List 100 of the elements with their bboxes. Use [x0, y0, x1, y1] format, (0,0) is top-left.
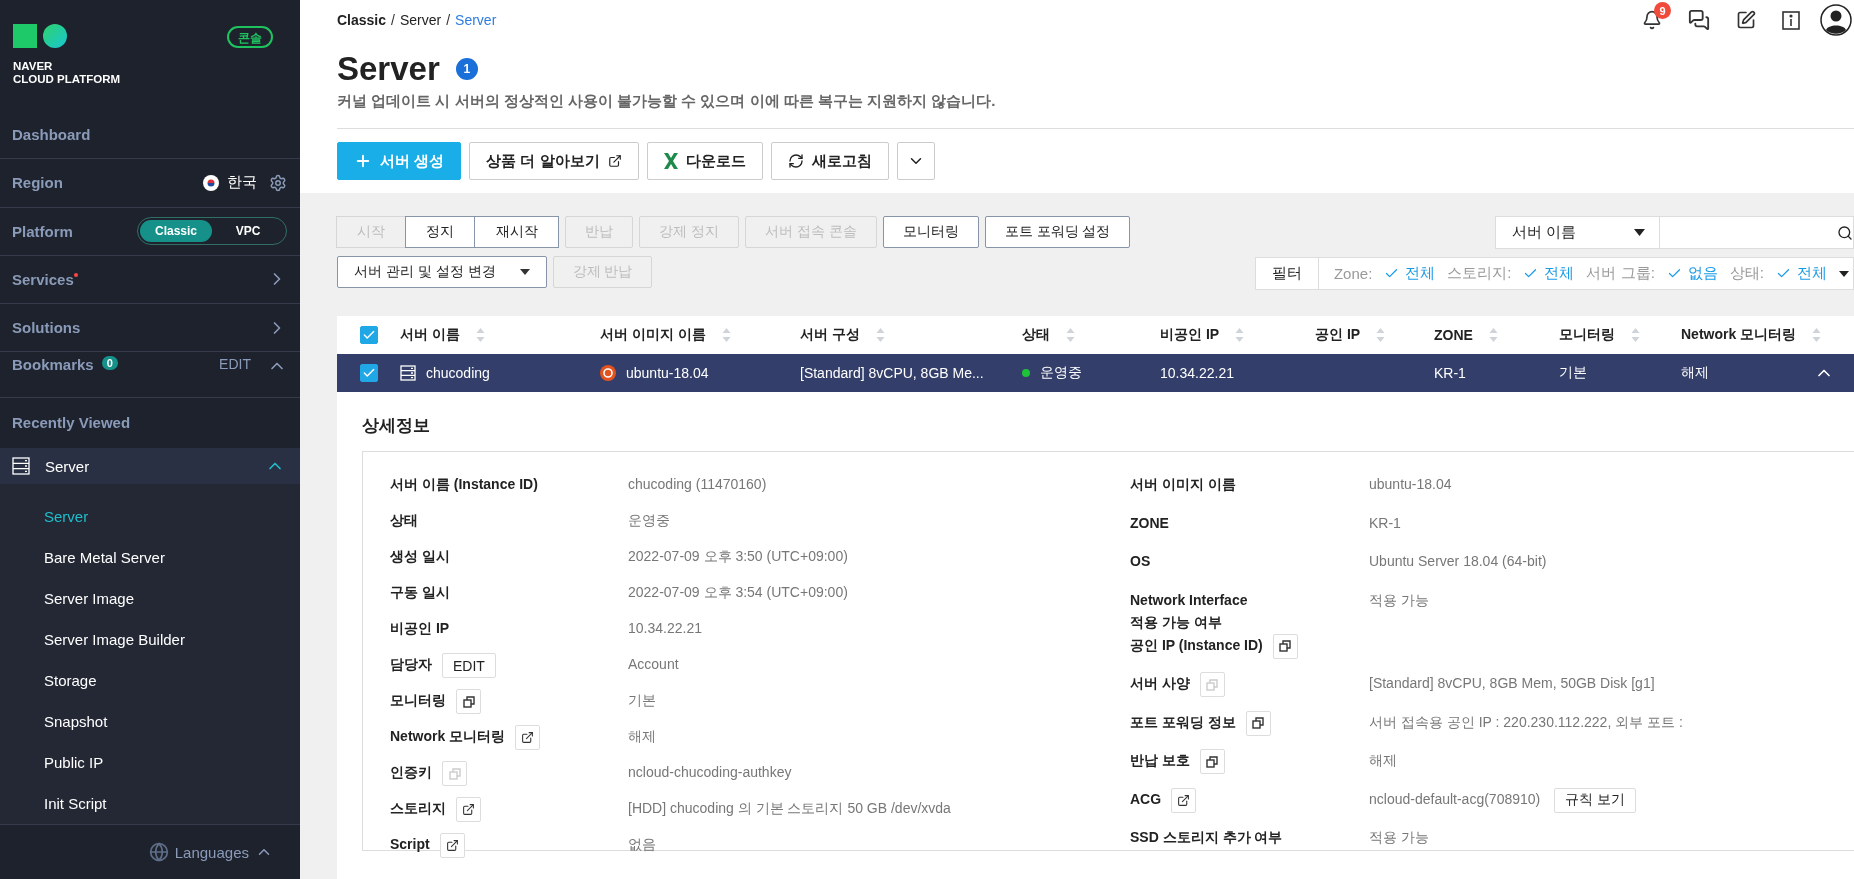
info-icon [1782, 10, 1800, 30]
open-link-button[interactable] [1171, 787, 1197, 813]
toolbar-button[interactable]: 상품 더 알아보기 [469, 142, 639, 180]
nav-link[interactable]: Services [12, 270, 74, 288]
detail-label: Script [390, 835, 430, 854]
detail-label: 서버 사양 [1130, 674, 1190, 693]
detail-label: 비공인 IP [390, 619, 450, 638]
checkbox[interactable] [360, 364, 378, 382]
detail-value: 해제 [628, 727, 656, 746]
recent-item[interactable]: Server [0, 448, 300, 485]
column-header[interactable]: 서버 이미지 이름 [600, 326, 706, 344]
filter-name: 상태: [1729, 264, 1764, 283]
table-cell: ubuntu-18.04 [626, 365, 709, 381]
column-header[interactable]: 공인 IP [1315, 326, 1361, 344]
caret-icon[interactable] [1839, 270, 1849, 277]
column-header[interactable]: 서버 이름 [400, 326, 460, 344]
section-heading: Recently Viewed [12, 413, 131, 431]
check-icon [362, 328, 376, 342]
edit-button[interactable]: EDIT [442, 653, 496, 678]
action-button[interactable]: 모니터링 [882, 216, 979, 248]
open-link-button[interactable] [456, 797, 481, 822]
info-button[interactable] [1782, 10, 1800, 30]
detail-label: 공인 IP (Instance ID) [1130, 635, 1263, 655]
breadcrumb-link[interactable]: Classic [337, 12, 387, 28]
nav-link[interactable]: Dashboard [12, 126, 91, 144]
sub-nav-item[interactable]: Snapshot [0, 701, 300, 743]
column-header[interactable]: 모니터링 [1559, 326, 1615, 344]
column-header[interactable]: ZONE [1434, 327, 1473, 343]
chat-button[interactable] [1688, 9, 1710, 31]
rules-button[interactable]: 규칙 보기 [1554, 787, 1637, 813]
settings-icon[interactable] [269, 173, 287, 192]
spreadsheet-icon [663, 153, 678, 169]
bookmarks-label: Bookmarks [12, 356, 94, 374]
table-cell: chucoding [426, 365, 490, 381]
search-icon[interactable] [1837, 224, 1853, 241]
detail-label: 인증키 [390, 763, 432, 782]
table-cell-text: 기본 [1559, 364, 1588, 382]
sub-nav-item[interactable]: Server [0, 496, 300, 538]
action-button[interactable]: 정지 [405, 216, 475, 248]
breadcrumb-link[interactable]: Server [455, 12, 497, 28]
sub-nav-item[interactable]: Public IP [0, 742, 300, 784]
open-link-button[interactable] [515, 725, 541, 750]
detail-label: Network 모니터링 [390, 727, 506, 746]
detail-value: 운영중 [628, 511, 670, 530]
detail-label: 스토리지 [390, 799, 446, 818]
sub-nav-item[interactable]: Init Script [0, 783, 300, 825]
logo-text: CLOUD PLATFORM [13, 73, 121, 86]
detail-value: 10.34.22.21 [628, 619, 702, 638]
detail-value: 해제 [1369, 751, 1397, 770]
console-badge[interactable]: 콘솔 [227, 26, 273, 48]
avatar-icon[interactable] [1820, 4, 1852, 36]
column-header[interactable]: Network 모니터링 [1681, 326, 1797, 344]
region-value[interactable]: 한국 [227, 173, 257, 193]
detail-label: 구동 일시 [390, 583, 450, 602]
action-button[interactable]: 포트 포워딩 설정 [984, 216, 1131, 248]
table-row[interactable]: chucoding ubuntu-18.04 [Standard] 8vCPU, 8GB Me... 운영중 10.34.22.21 KR-1 기본 해제 [337, 354, 1854, 392]
copy-icon [1206, 678, 1219, 691]
caret-icon [519, 269, 530, 275]
toolbar-button[interactable]: 새로고침 [770, 142, 889, 180]
checkbox[interactable] [360, 326, 378, 344]
action-button[interactable]: 재시작 [474, 216, 559, 248]
toolbar-button[interactable]: 다운로드 [646, 142, 763, 180]
platform-option[interactable]: Classic [140, 220, 212, 243]
languages-link[interactable]: Languages [174, 843, 249, 861]
region-label: Region [12, 174, 63, 192]
column-header[interactable]: 서버 구성 [800, 326, 860, 344]
detail-value: 기본 [628, 691, 656, 710]
copy-button[interactable] [1245, 710, 1271, 736]
copy-button[interactable] [456, 689, 481, 714]
copy-button[interactable] [1272, 633, 1298, 659]
ubuntu-icon [600, 365, 616, 381]
table-cell-text: KR-1 [1434, 365, 1467, 381]
count-badge: 0 [101, 356, 118, 371]
table-cell-text: 10.34.22.21 [1160, 365, 1235, 381]
nav-link[interactable]: Solutions [12, 319, 81, 337]
detail-label: 서버 이미지 이름 [1130, 475, 1236, 494]
breadcrumb-link[interactable]: Server [399, 12, 442, 28]
dropdown-button[interactable]: 서버 관리 및 설정 변경 [337, 256, 547, 288]
copy-icon [1206, 755, 1219, 768]
sub-nav-item[interactable]: Storage [0, 660, 300, 702]
notification-button[interactable] [1642, 10, 1662, 30]
detail-label: OS [1130, 552, 1151, 571]
detail-value: ncloud-default-acg(708910) [1369, 789, 1541, 809]
open-link-button[interactable] [439, 833, 465, 858]
detail-value: chucoding (11470160) [628, 475, 767, 494]
sub-nav-item[interactable]: Server Image Builder [0, 619, 300, 661]
platform-option[interactable]: VPC [212, 220, 284, 243]
sub-nav-item[interactable]: Bare Metal Server [0, 537, 300, 579]
search-select[interactable]: 서버 이름 [1495, 216, 1660, 249]
memo-button[interactable] [1736, 10, 1756, 30]
column-header[interactable]: 비공인 IP [1160, 326, 1220, 344]
copy-button[interactable] [1199, 749, 1225, 774]
external-link-icon [462, 803, 475, 816]
detail-value: 적용 가능 [1369, 828, 1429, 847]
edit-link[interactable]: EDIT [219, 356, 251, 373]
column-header[interactable]: 상태 [1022, 326, 1050, 344]
search-field[interactable] [1660, 216, 1854, 249]
detail-label: ZONE [1130, 513, 1169, 533]
breadcrumb-separator: / [446, 12, 451, 28]
sub-nav-item[interactable]: Server Image [0, 578, 300, 620]
